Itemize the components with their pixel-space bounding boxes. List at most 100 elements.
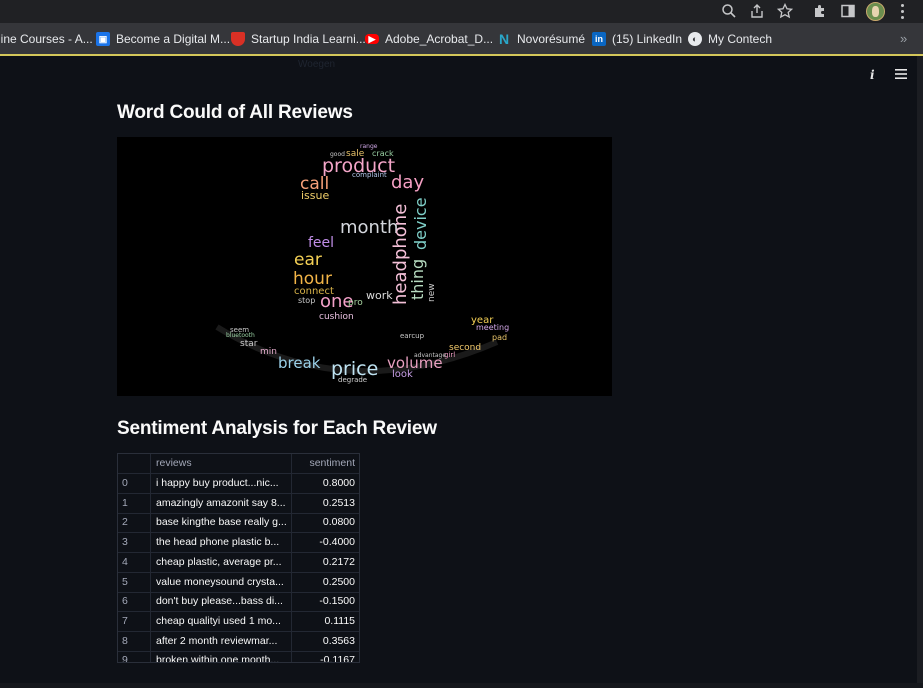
table-row[interactable]: 0i happy buy product...nic... 0.8000 [118,474,359,494]
wordcloud-word: star [240,339,258,349]
wordcloud-word: meeting [476,323,510,332]
wordcloud-word: seem [230,326,250,334]
wordcloud-word: pro [348,298,363,308]
sentiment-cell: -0.4000 [319,536,355,549]
review-cell: after 2 month reviewmar... [151,631,292,651]
wordcloud-word: issue [301,189,330,202]
bookmark-label: line Courses - A... [0,32,93,46]
table-row[interactable]: 8 after 2 month reviewmar... 0.3563 [118,631,359,652]
sentiment-cell: 0.2500 [322,575,355,588]
bookmark-adobe-acrobat[interactable]: ▶ Adobe_Acrobat_D... [365,31,493,47]
wordcloud-word: good [330,151,345,158]
wordcloud-word-vertical: thing [408,258,427,300]
wordcloud-word: sale [346,149,365,159]
bookmark-startup-india[interactable]: Startup India Learni... [231,31,366,47]
table-row[interactable]: 2 base kingthe base really g... 0.0800 [118,513,359,534]
bookmark-label: Startup India Learni... [251,32,366,46]
profile-avatar[interactable] [866,2,885,21]
wordcloud-word: degrade [338,376,368,384]
ghost-label: Woegen [298,59,336,70]
sentiment-heading: Sentiment Analysis for Each Review [117,418,437,439]
table-row[interactable]: 1 amazingly amazonit say 8... 0.2513 [118,493,359,514]
wordcloud-word: min [260,347,277,357]
extensions-icon[interactable] [812,3,828,19]
bookmark-my-contech[interactable]: ◐ My Contech [688,31,772,47]
wordcloud-word: crack [372,149,394,158]
wordcloud-word: look [392,369,413,380]
wordcloud-word: break [278,354,321,372]
bookmark-novoresume[interactable]: N Novorésumé [497,31,585,47]
youtube-icon: ▶ [365,34,379,44]
bookmark-star-icon[interactable] [777,3,793,19]
row-index: 3 [118,533,151,553]
hamburger-menu-icon[interactable] [893,66,909,82]
row-index: 0 [118,474,151,493]
wordcloud-word-vertical: new [427,283,437,302]
browser-menu-icon[interactable] [901,3,905,19]
table-row[interactable]: 3 the head phone plastic b... -0.4000 [118,533,359,554]
table-row[interactable]: 9 broken within one month... -0.1167 [118,651,359,663]
browser-toolbar [0,0,923,23]
more-bookmarks-icon[interactable]: » [900,31,907,46]
sentiment-cell: 0.2172 [322,555,355,568]
row-index: 4 [118,552,151,572]
bookmark-digital[interactable]: ▣ Become a Digital M... [96,31,230,47]
wordcloud-image: product sale crack good range call day complain… [117,137,612,396]
wordcloud-heading: Word Could of All Reviews [117,102,353,123]
index-header [118,454,151,473]
review-cell: value moneysound crysta... [151,572,292,592]
table-header: reviews sentiment [118,454,359,474]
wordcloud-word-vertical: device [411,197,430,250]
sentiment-cell: 0.8000 [322,477,355,489]
side-panel-icon[interactable] [840,3,856,19]
novoresume-icon: N [498,31,510,47]
reviews-header[interactable]: reviews [151,454,292,473]
review-cell: don't buy please...bass di... [151,592,292,612]
row-index: 5 [118,572,151,592]
table-row[interactable]: 5 value moneysound crysta... 0.2500 [118,572,359,593]
shield-icon [231,32,245,46]
sentiment-cell: 0.1115 [324,614,355,627]
wordcloud-word: pad [492,333,508,342]
svg-text:i: i [870,68,875,82]
linkedin-icon: in [592,32,606,46]
bookmark-label: Adobe_Acrobat_D... [385,32,494,46]
wordcloud-word: cushion [319,312,354,322]
sentiment-cell: -0.1500 [319,595,355,608]
review-cell: amazingly amazonit say 8... [151,493,292,513]
wordcloud-word: ear [294,250,322,270]
review-cell: base kingthe base really g... [151,513,292,533]
review-cell: the head phone plastic b... [151,533,292,553]
bookmark-linkedin[interactable]: in (15) LinkedIn [592,31,682,47]
row-index: 1 [118,493,151,513]
sentiment-header[interactable]: sentiment [292,454,359,473]
bookmark-online-courses[interactable]: line Courses - A... [0,31,93,47]
info-icon[interactable]: i [865,66,881,82]
bookmark-label: (15) LinkedIn [612,32,683,46]
review-cell: cheap qualityi used 1 mo... [151,611,292,631]
share-icon[interactable] [749,3,765,19]
sentiment-table[interactable]: reviews sentiment 0i happy buy product..… [117,453,360,663]
review-cell: cheap plastic, average pr... [151,552,292,572]
sentiment-cell: 0.0800 [322,516,355,529]
zoom-icon[interactable] [721,3,737,19]
table-row[interactable]: 7 cheap qualityi used 1 mo... 0.1115 [118,611,359,632]
window-edge [917,56,923,688]
review-cell: i happy buy product...nic... [151,474,292,493]
bookmark-label: My Contech [708,32,773,46]
bookmarks-bar: line Courses - A... ▣ Become a Digital M… [0,23,923,56]
wordcloud-word: work [366,289,393,302]
wordcloud-word: stop [298,296,316,305]
table-row[interactable]: 6 don't buy please...bass di... -0.1500 [118,592,359,613]
row-index: 6 [118,592,151,612]
sentiment-cell: -0.1167 [320,654,355,663]
window-bottom-edge [0,683,923,688]
globe-icon: ◐ [688,32,702,46]
row-index: 8 [118,631,151,651]
wordcloud-word: range [360,143,378,150]
wordcloud-word: feel [308,235,335,251]
sentiment-cell: 0.3563 [322,634,355,647]
bookmark-label: Become a Digital M... [116,32,231,46]
table-row[interactable]: 4 cheap plastic, average pr... 0.2172 [118,552,359,573]
wordcloud-word: advantage [414,352,447,359]
